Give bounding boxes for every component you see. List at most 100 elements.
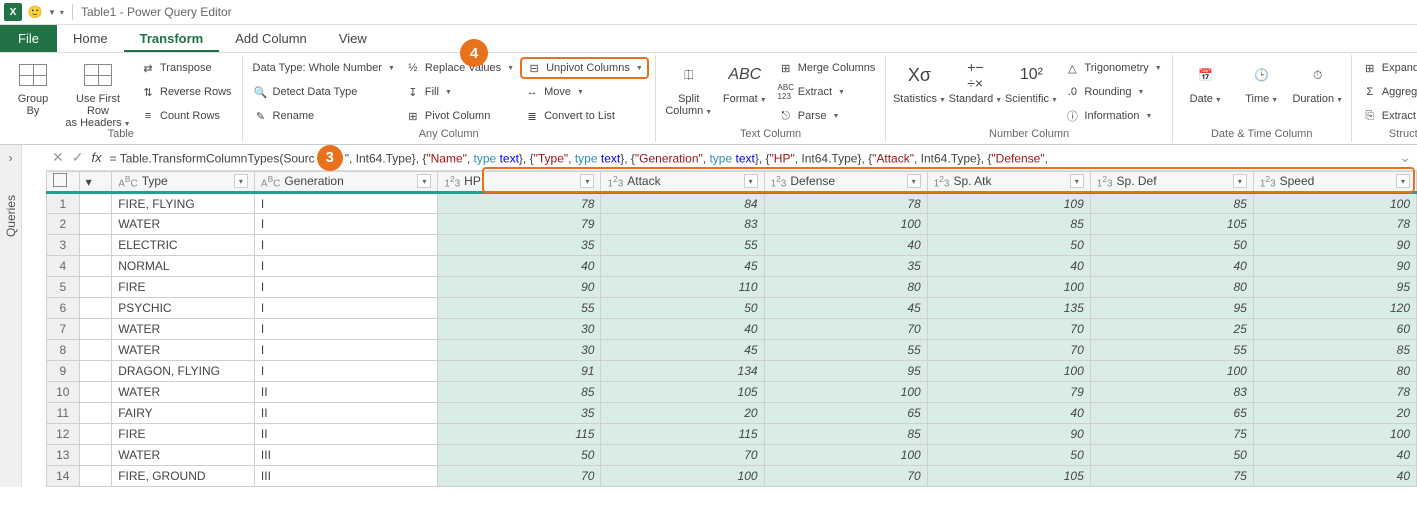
- cell[interactable]: 78: [764, 193, 927, 214]
- scientific-button[interactable]: 10²Scientific▼: [1004, 57, 1058, 109]
- cell[interactable]: 40: [764, 235, 927, 256]
- row-number[interactable]: 11: [47, 403, 80, 424]
- cell[interactable]: 20: [601, 403, 764, 424]
- cell[interactable]: 40: [601, 319, 764, 340]
- cell[interactable]: 105: [601, 382, 764, 403]
- cell[interactable]: 30: [438, 340, 601, 361]
- cell[interactable]: 105: [927, 466, 1090, 487]
- formula-commit-icon[interactable]: ✓: [72, 149, 84, 166]
- cell[interactable]: I: [254, 235, 437, 256]
- column-header-sp-atk[interactable]: 123Sp. Atk▾: [927, 172, 1090, 193]
- cell[interactable]: 78: [1253, 214, 1416, 235]
- column-header-type[interactable]: ABCType▾: [112, 172, 255, 193]
- cell[interactable]: 83: [1090, 382, 1253, 403]
- cell[interactable]: 25: [1090, 319, 1253, 340]
- row-number[interactable]: 4: [47, 256, 80, 277]
- cell[interactable]: 50: [1090, 235, 1253, 256]
- cell[interactable]: I: [254, 319, 437, 340]
- cell[interactable]: 50: [1090, 445, 1253, 466]
- tab-home[interactable]: Home: [57, 25, 124, 52]
- count-rows-button[interactable]: ≡Count Rows: [136, 105, 236, 127]
- unpivot-columns-button[interactable]: ⊟Unpivot Columns▼: [520, 57, 649, 79]
- use-first-row-button[interactable]: Use First Row as Headers▼: [62, 57, 134, 133]
- row-number[interactable]: 13: [47, 445, 80, 466]
- cell[interactable]: FIRE: [112, 277, 255, 298]
- filter-icon[interactable]: ▾: [1070, 174, 1084, 188]
- cell[interactable]: 45: [601, 340, 764, 361]
- tab-view[interactable]: View: [323, 25, 383, 52]
- row-number[interactable]: 5: [47, 277, 80, 298]
- column-header-speed[interactable]: 123Speed▾: [1253, 172, 1416, 193]
- cell[interactable]: WATER: [112, 382, 255, 403]
- cell[interactable]: 70: [927, 319, 1090, 340]
- cell[interactable]: 100: [927, 277, 1090, 298]
- formula-expand-icon[interactable]: ⌄: [1399, 149, 1411, 166]
- cell[interactable]: II: [254, 403, 437, 424]
- cell[interactable]: WATER: [112, 340, 255, 361]
- cell[interactable]: 70: [764, 319, 927, 340]
- row-number[interactable]: 10: [47, 382, 80, 403]
- cell[interactable]: WATER: [112, 319, 255, 340]
- cell[interactable]: 85: [927, 214, 1090, 235]
- tab-file[interactable]: File: [0, 25, 57, 52]
- cell[interactable]: 35: [438, 403, 601, 424]
- cell[interactable]: 45: [764, 298, 927, 319]
- cell[interactable]: I: [254, 214, 437, 235]
- select-all-corner[interactable]: [47, 172, 80, 193]
- qat-dropdown-icon[interactable]: ▼: [48, 8, 56, 17]
- cell[interactable]: 100: [601, 466, 764, 487]
- cell[interactable]: II: [254, 424, 437, 445]
- filter-icon[interactable]: ▾: [580, 174, 594, 188]
- cell[interactable]: 40: [1253, 466, 1416, 487]
- cell[interactable]: PSYCHIC: [112, 298, 255, 319]
- cell[interactable]: 90: [927, 424, 1090, 445]
- data-type-button[interactable]: Data Type: Whole Number▼: [249, 57, 399, 79]
- expand-queries-icon[interactable]: ›: [9, 151, 13, 165]
- cell[interactable]: I: [254, 256, 437, 277]
- cell[interactable]: I: [254, 193, 437, 214]
- cell[interactable]: 78: [438, 193, 601, 214]
- cell[interactable]: 55: [438, 298, 601, 319]
- tab-transform[interactable]: Transform: [124, 25, 220, 52]
- cell[interactable]: WATER: [112, 214, 255, 235]
- cell[interactable]: 35: [764, 256, 927, 277]
- format-button[interactable]: ABC Format▼: [718, 57, 772, 109]
- cell[interactable]: 91: [438, 361, 601, 382]
- cell[interactable]: III: [254, 466, 437, 487]
- cell[interactable]: 95: [1090, 298, 1253, 319]
- fx-icon[interactable]: fx: [91, 150, 101, 165]
- move-button[interactable]: ↔Move▼: [520, 81, 649, 103]
- convert-to-list-button[interactable]: ≣Convert to List: [520, 105, 649, 127]
- transpose-button[interactable]: ⇄Transpose: [136, 57, 236, 79]
- cell[interactable]: 120: [1253, 298, 1416, 319]
- cell[interactable]: 109: [927, 193, 1090, 214]
- tab-add-column[interactable]: Add Column: [219, 25, 323, 52]
- column-header-attack[interactable]: 123Attack▾: [601, 172, 764, 193]
- cell[interactable]: 75: [1090, 466, 1253, 487]
- cell[interactable]: I: [254, 277, 437, 298]
- row-number[interactable]: 2: [47, 214, 80, 235]
- cell[interactable]: 115: [601, 424, 764, 445]
- cell[interactable]: 50: [601, 298, 764, 319]
- cell[interactable]: FIRE, FLYING: [112, 193, 255, 214]
- extract-values-button[interactable]: ⎘Extract Values: [1358, 105, 1417, 127]
- cell[interactable]: 100: [764, 214, 927, 235]
- cell[interactable]: 60: [1253, 319, 1416, 340]
- cell[interactable]: 35: [438, 235, 601, 256]
- cell[interactable]: 100: [764, 382, 927, 403]
- cell[interactable]: 45: [601, 256, 764, 277]
- cell[interactable]: 90: [1253, 235, 1416, 256]
- cell[interactable]: 79: [927, 382, 1090, 403]
- column-header-generation[interactable]: ABCGeneration▾: [254, 172, 437, 193]
- row-number[interactable]: 9: [47, 361, 80, 382]
- cell[interactable]: 40: [438, 256, 601, 277]
- cell[interactable]: 105: [1090, 214, 1253, 235]
- cell[interactable]: FIRE: [112, 424, 255, 445]
- qat-customize-icon[interactable]: ▾: [60, 8, 64, 17]
- cell[interactable]: 90: [1253, 256, 1416, 277]
- extract-button[interactable]: ABC123Extract▼: [774, 81, 880, 103]
- cell[interactable]: 50: [927, 235, 1090, 256]
- expand-col[interactable]: ▾: [79, 172, 112, 193]
- filter-icon[interactable]: ▾: [907, 174, 921, 188]
- cell[interactable]: 100: [1253, 193, 1416, 214]
